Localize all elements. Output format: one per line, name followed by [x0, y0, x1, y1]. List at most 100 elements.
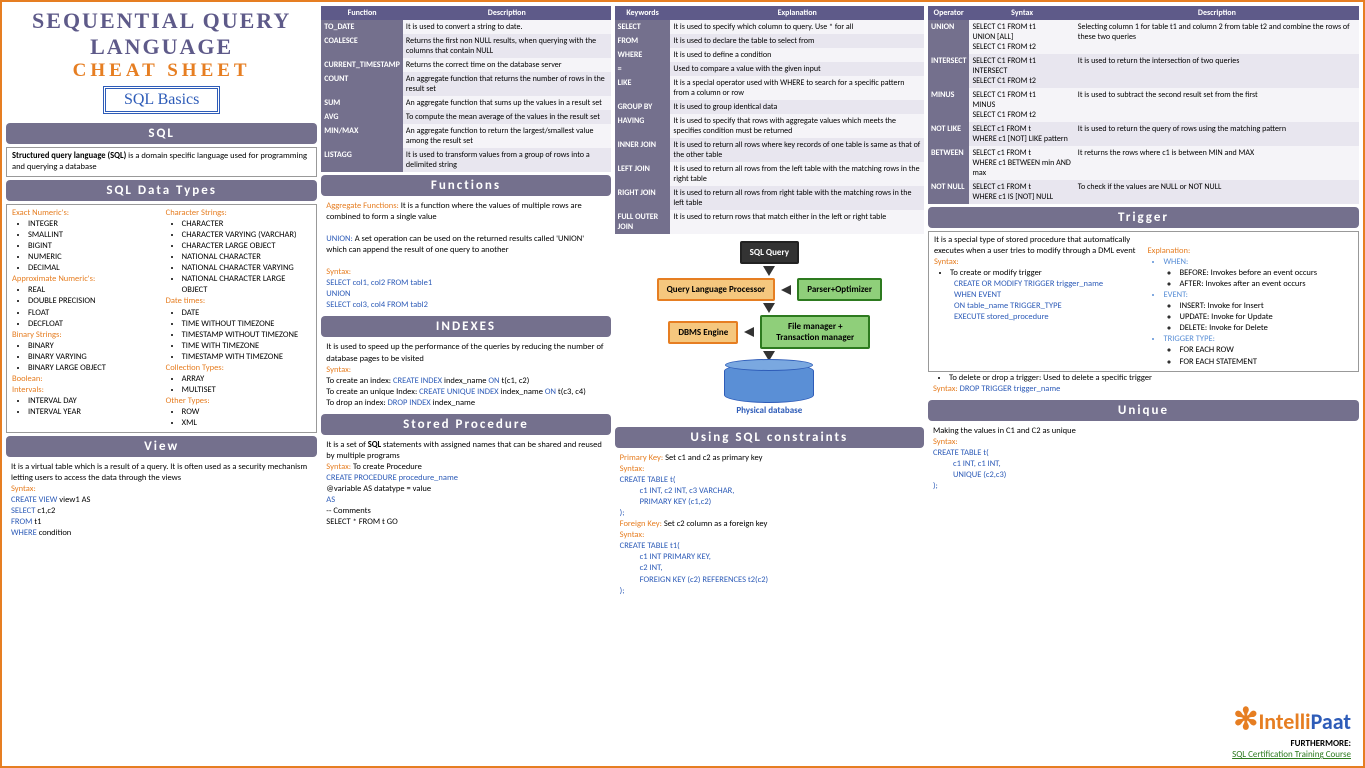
list-binary: BINARYBINARY VARYINGBINARY LARGE OBJECT [12, 341, 158, 374]
list-item: BINARY LARGE OBJECT [28, 363, 158, 374]
badge-sql-basics: SQL Basics [103, 86, 220, 114]
th-explanation: Explanation [670, 6, 924, 20]
list-item: MULTISET [182, 385, 312, 396]
list-item: SMALLINT [28, 230, 158, 241]
unique-body: Making the values in C1 and C2 as unique… [928, 424, 1359, 494]
exact-label: Exact Numeric's: [12, 208, 158, 219]
view-header: View [6, 436, 317, 457]
union-label: UNION: [326, 234, 352, 244]
list-date: DATETIME WITHOUT TIMEZONETIMESTAMP WITHO… [166, 308, 312, 363]
flow-db-label: Physical database [615, 405, 924, 416]
flow-fm: File manager + Transaction manager [760, 315, 870, 349]
list-item: DECIMAL [28, 263, 158, 274]
approx-label: Approximate Numeric's: [12, 274, 158, 285]
agg-label: Aggregate Functions: [326, 201, 399, 211]
sql-header: SQL [6, 123, 317, 144]
intervals-label: Intervals: [12, 385, 158, 396]
th-syntax: Syntax [969, 6, 1074, 20]
constraints-body: Primary Key: Set c1 and c2 as primary ke… [615, 451, 924, 599]
list-item: TIME WITH TIMEZONE [182, 341, 312, 352]
trigger-delete: To delete or drop a trigger: Used to del… [928, 371, 1359, 397]
list-item: TIMESTAMP WITHOUT TIMEZONE [182, 330, 312, 341]
list-item: XML [182, 418, 312, 429]
th-desc: Description [1075, 6, 1359, 20]
list-item: UPDATE: Invoke for Update [1179, 312, 1353, 323]
th-operator: Operator [928, 6, 970, 20]
indexes-desc: It is used to speed up the performance o… [326, 342, 605, 364]
list-item: REAL [28, 285, 158, 296]
sql-body: Structured query language (SQL) Structur… [6, 147, 317, 177]
flow-sql-query: SQL Query [740, 241, 799, 264]
list-char: CHARACTERCHARACTER VARYING (VARCHAR)CHAR… [166, 219, 312, 296]
operators-table: OperatorSyntaxDescription UNIONSELECT C1… [928, 6, 1359, 204]
list-item: NUMERIC [28, 252, 158, 263]
coll-label: Collection Types: [166, 363, 312, 374]
list-item: DELETE: Invoke for Delete [1179, 323, 1353, 334]
list-item: NATIONAL CHARACTER [182, 252, 312, 263]
list-item: FOR EACH STATEMENT [1179, 357, 1353, 368]
list-item: ROW [182, 407, 312, 418]
title-line3: CHEAT SHEET [6, 60, 317, 82]
list-approx: REALDOUBLE PRECISIONFLOATDECFLOAT [12, 285, 158, 329]
list-item: DOUBLE PRECISION [28, 296, 158, 307]
datatypes-body: Exact Numeric's: INTEGERSMALLINTBIGINTNU… [6, 204, 317, 433]
func-syntax-label: Syntax: [326, 267, 605, 278]
list-intervals: INTERVAL DAYINTERVAL YEAR [12, 396, 158, 418]
constraints-header: Using SQL constraints [615, 427, 924, 448]
list-exact: INTEGERSMALLINTBIGINTNUMERICDECIMAL [12, 219, 158, 274]
date-label: Date times: [166, 296, 312, 307]
list-item: TIMESTAMP WITH TIMEZONE [182, 352, 312, 363]
intellipaat-logo: ✻IntelliPaat [1232, 701, 1351, 738]
th-function: Function [321, 6, 403, 20]
indexes-syntax-label: Syntax: [326, 365, 605, 376]
title-block: SEQUENTIAL QUERY LANGUAGE CHEAT SHEET SQ… [6, 6, 317, 120]
th-description: Description [403, 6, 611, 20]
sp-header: Stored Procedure [321, 414, 610, 435]
list-item: BIGINT [28, 241, 158, 252]
list-item: INSERT: Invoke for Insert [1179, 301, 1353, 312]
list-other: ROWXML [166, 407, 312, 429]
flow-qlp: Query Language Processor [657, 278, 776, 301]
title-line2: LANGUAGE [6, 34, 317, 60]
functions-body: Aggregate Functions: It is a function wh… [321, 199, 610, 313]
indexes-body: It is used to speed up the performance o… [321, 340, 610, 410]
datatypes-header: SQL Data Types [6, 180, 317, 201]
view-desc: It is a virtual table which is a result … [11, 462, 312, 484]
th-keywords: Keywords [615, 6, 671, 20]
list-item: INTERVAL YEAR [28, 407, 158, 418]
logo-area: ✻IntelliPaat FURTHERMORE: SQL Certificat… [1232, 701, 1351, 760]
indexes-header: INDEXES [321, 316, 610, 337]
keywords-table: KeywordsExplanation SELECTIt is used to … [615, 6, 924, 234]
list-item: BINARY VARYING [28, 352, 158, 363]
list-coll: ARRAYMULTISET [166, 374, 312, 396]
sp-body: It is a set of SQL statements with assig… [321, 438, 610, 530]
trigger-body: It is a special type of stored procedure… [928, 231, 1359, 372]
list-item: ARRAY [182, 374, 312, 385]
flow-parser: Parser+Optimizer [797, 278, 882, 301]
trigger-header: Trigger [928, 207, 1359, 228]
view-body: It is a virtual table which is a result … [6, 460, 317, 541]
char-label: Character Strings: [166, 208, 312, 219]
list-item: DATE [182, 308, 312, 319]
furthermore-label: FURTHERMORE: [1232, 738, 1351, 749]
cylinder-db [724, 363, 814, 403]
list-item: INTEGER [28, 219, 158, 230]
list-item: NATIONAL CHARACTER VARYING [182, 263, 312, 274]
list-item: INTERVAL DAY [28, 396, 158, 407]
list-item: BEFORE: Invokes before an event occurs [1179, 268, 1353, 279]
flow-dbms: DBMS Engine [668, 321, 738, 344]
list-item: CHARACTER [182, 219, 312, 230]
union-text: A set operation can be used on the retur… [326, 234, 584, 255]
list-item: CHARACTER VARYING (VARCHAR) [182, 230, 312, 241]
list-item: AFTER: Invokes after an event occurs [1179, 279, 1353, 290]
functions-header: Functions [321, 175, 610, 196]
trigger-desc: It is a special type of stored procedure… [934, 235, 1140, 257]
functions-table: FunctionDescription TO_DATEIt is used to… [321, 6, 610, 172]
training-link[interactable]: SQL Certification Training Course [1232, 749, 1351, 760]
list-item: CHARACTER LARGE OBJECT [182, 241, 312, 252]
list-item: FOR EACH ROW [1179, 345, 1353, 356]
list-item: DECFLOAT [28, 319, 158, 330]
boolean-label: Boolean: [12, 374, 158, 385]
flow-diagram: SQL Query Query Language Processor Parse… [615, 237, 924, 424]
list-item: NATIONAL CHARACTER LARGE OBJECT [182, 274, 312, 296]
